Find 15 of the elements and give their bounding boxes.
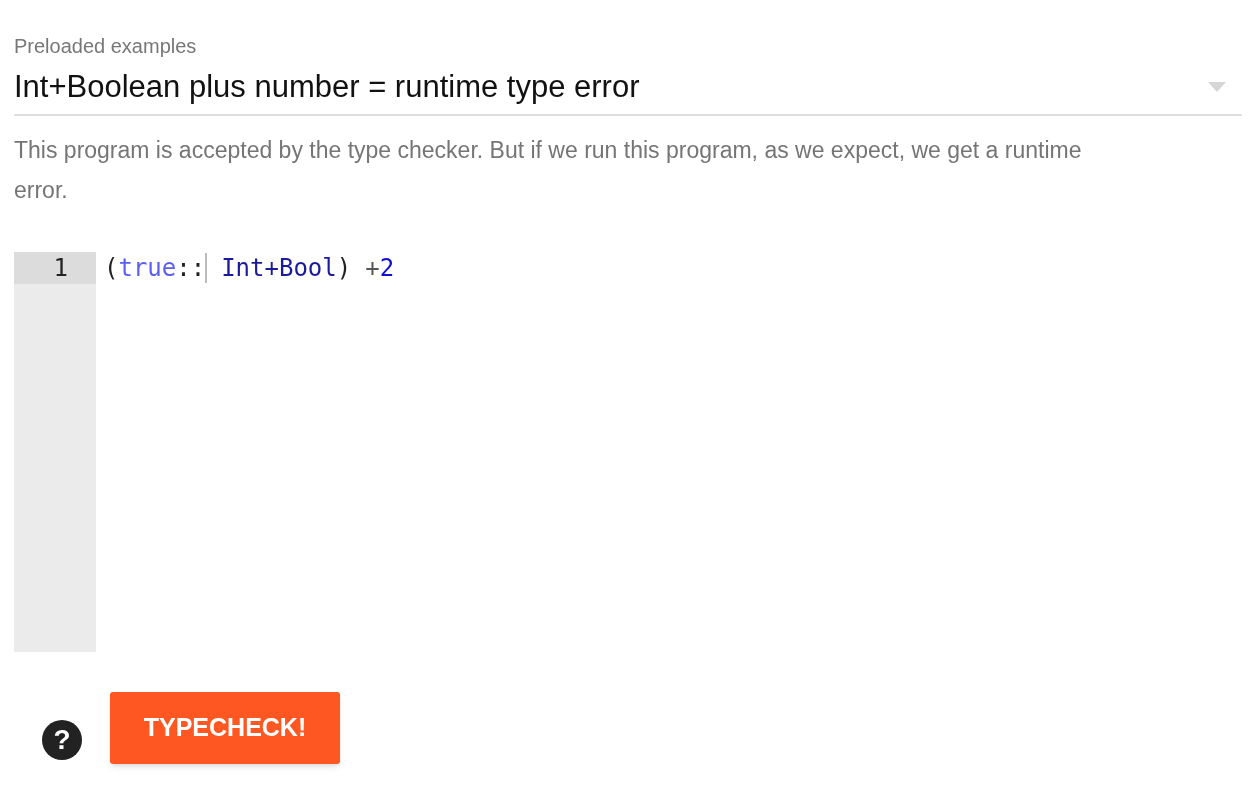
code-token: true: [118, 253, 177, 284]
code-token: +: [365, 253, 380, 284]
code-editor[interactable]: 1 (true:: Int+Bool) +2: [14, 252, 1242, 652]
code-token: Int+Bool: [221, 253, 337, 284]
code-token: (: [104, 253, 119, 284]
selected-value: Int+Boolean plus number = runtime type error: [14, 68, 640, 106]
description-text: This program is accepted by the type checker. But if we run this program, as we expect, we get a runtime error.: [14, 136, 1083, 205]
dropdown-label: Preloaded examples: [14, 34, 197, 59]
code-token: ::: [176, 253, 206, 284]
code-token: ): [336, 253, 352, 284]
line-number: 1: [14, 252, 96, 284]
help-button[interactable]: ?: [42, 720, 82, 760]
caret-icon: [1208, 82, 1226, 92]
examples-dropdown[interactable]: Preloaded examples Int+Boolean plus number = runtime type error: [14, 32, 1242, 116]
code-token: 2: [379, 253, 395, 284]
